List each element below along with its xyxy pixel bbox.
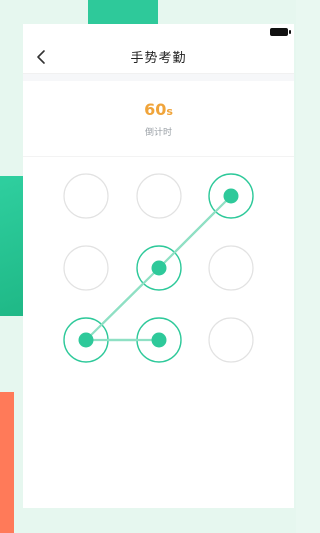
pattern-dot-r2-c1[interactable] <box>63 245 109 291</box>
pattern-dot-center <box>151 332 167 348</box>
page-title: 手势考勤 <box>130 51 187 66</box>
back-button[interactable] <box>29 44 53 70</box>
decorative-shape-right <box>296 0 320 533</box>
pattern-dot-r3-c3[interactable] <box>208 317 254 363</box>
nav-bar: 手势考勤 <box>23 40 294 74</box>
pattern-dot-r1-c1[interactable] <box>63 173 109 219</box>
decorative-shape-top <box>88 0 158 24</box>
pattern-dot-ring <box>63 245 109 291</box>
pattern-dot-center <box>78 332 94 348</box>
countdown-unit: s <box>166 104 173 118</box>
pattern-dot-ring <box>63 173 109 219</box>
section-divider <box>23 74 294 81</box>
decorative-shape-left-orange <box>0 392 14 533</box>
pattern-dot-ring <box>208 317 254 363</box>
gesture-pattern-pad[interactable] <box>23 164 294 364</box>
pattern-dot-ring <box>136 173 182 219</box>
gesture-pattern-canvas[interactable] <box>23 164 294 364</box>
countdown-label: 倒计时 <box>144 127 172 138</box>
countdown-number: 60 <box>144 99 167 119</box>
chevron-left-icon <box>37 50 45 64</box>
battery-icon <box>270 28 291 36</box>
status-bar <box>23 24 294 40</box>
pattern-dot-r1-c2[interactable] <box>136 173 182 219</box>
countdown-timer: 60s 倒计时 <box>23 81 294 157</box>
pattern-connector-line <box>158 195 232 269</box>
pattern-dot-ring <box>208 245 254 291</box>
app-screen: 手势考勤 60s 倒计时 <box>23 24 294 508</box>
countdown-value: 60s <box>144 100 173 119</box>
pattern-dot-center <box>151 260 167 276</box>
pattern-dot-r2-c3[interactable] <box>208 245 254 291</box>
pattern-dot-center <box>223 188 239 204</box>
